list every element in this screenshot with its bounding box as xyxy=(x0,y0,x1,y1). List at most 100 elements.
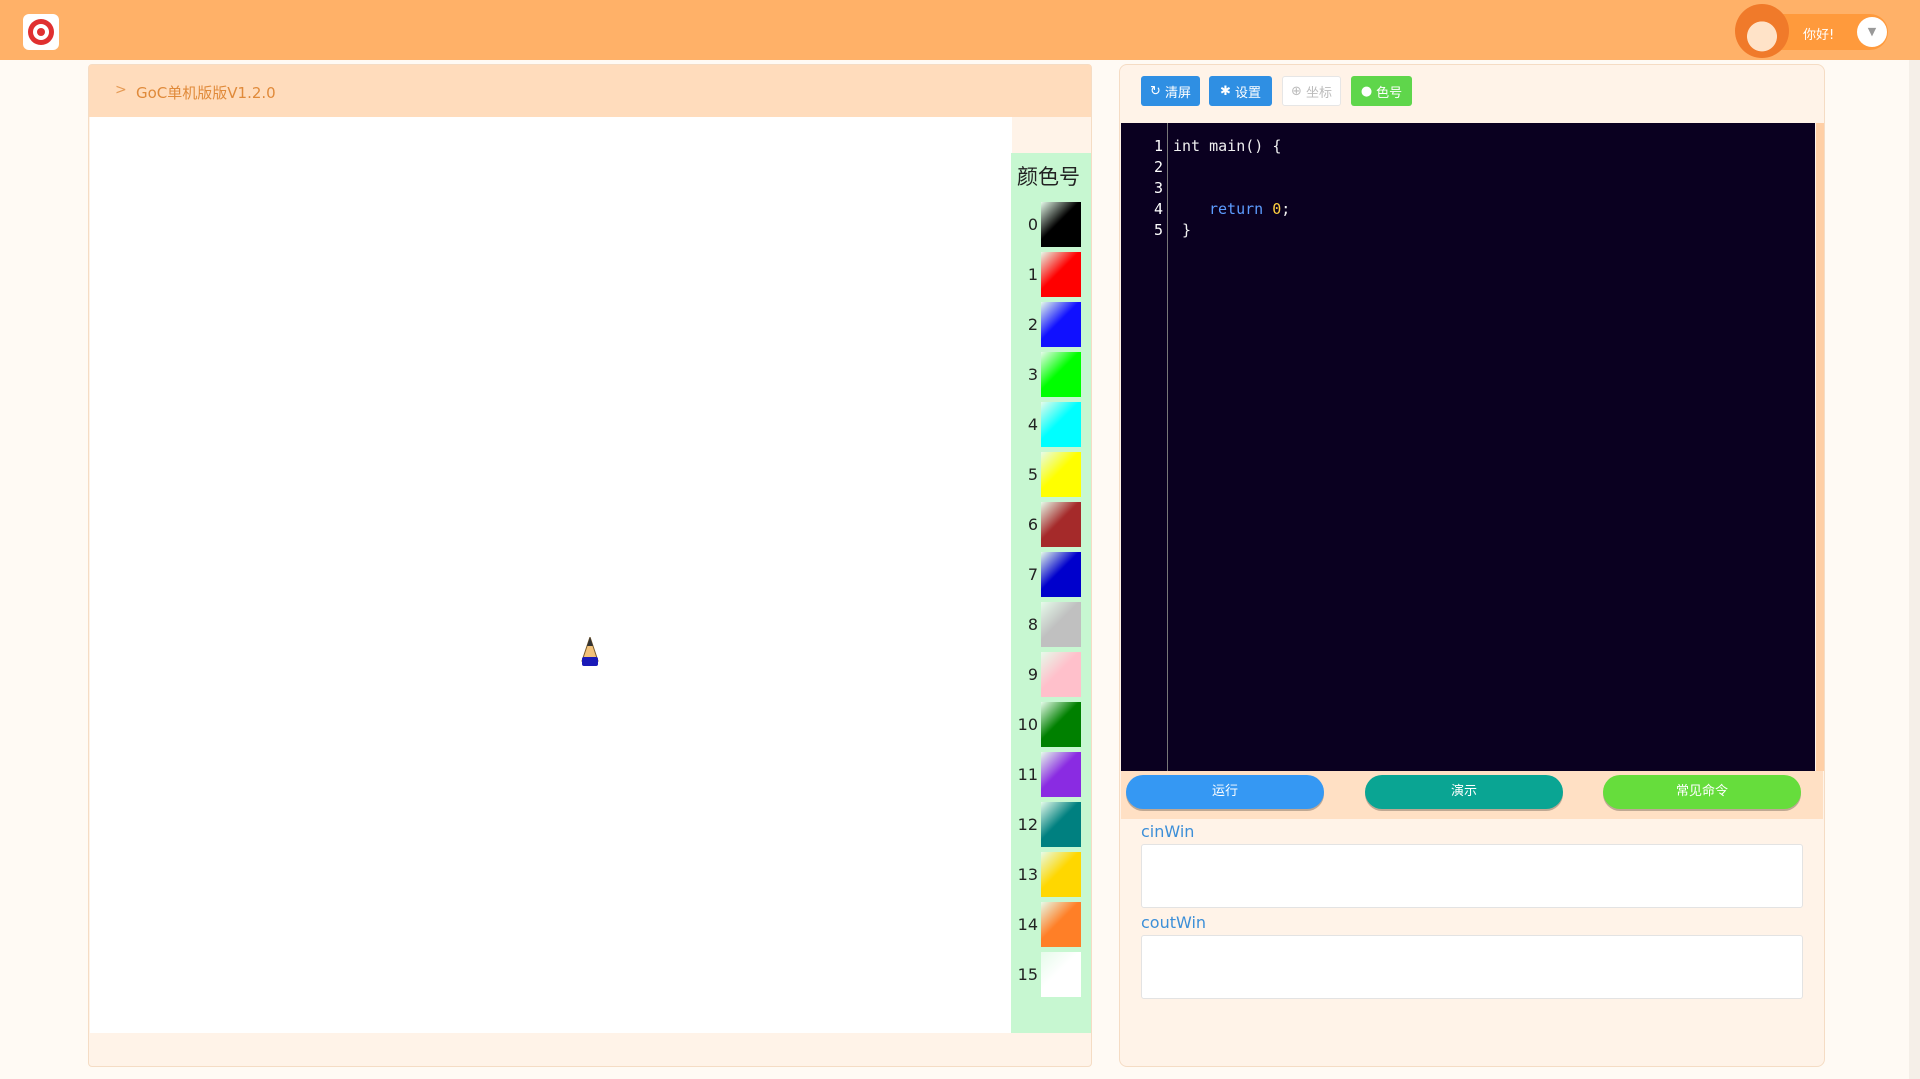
palette-row: 11 xyxy=(1011,752,1091,799)
color-number: 11 xyxy=(1017,765,1038,784)
palette-row: 15 xyxy=(1011,952,1091,999)
color-swatch[interactable] xyxy=(1041,502,1081,547)
settings-label: 设置 xyxy=(1234,85,1261,101)
page-scrollbar[interactable] xyxy=(1909,60,1920,1079)
app-logo-icon[interactable] xyxy=(23,14,59,50)
top-bar: 你好! ▼ xyxy=(0,0,1920,60)
color-number: 1 xyxy=(1027,265,1038,284)
palette-icon: ● xyxy=(1360,83,1373,99)
code-text: int main() { xyxy=(1173,137,1282,155)
color-number: 9 xyxy=(1027,665,1038,684)
line-number: 5 xyxy=(1153,221,1163,239)
common-commands-button[interactable]: 常见命令 xyxy=(1603,775,1801,809)
color-swatch[interactable] xyxy=(1041,702,1081,747)
palette-row: 9 xyxy=(1011,652,1091,699)
demo-button[interactable]: 演示 xyxy=(1365,775,1563,809)
palette-row: 1 xyxy=(1011,252,1091,299)
palette-row: 10 xyxy=(1011,702,1091,749)
line-number: 3 xyxy=(1153,179,1163,197)
code-line: 4 return 0; xyxy=(1121,200,1815,221)
color-swatch[interactable] xyxy=(1041,652,1081,697)
color-number: 4 xyxy=(1027,415,1038,434)
palette-title: 颜色号 xyxy=(1017,165,1080,189)
code-line: 2 xyxy=(1121,158,1815,179)
line-number: 4 xyxy=(1153,200,1163,218)
color-swatch[interactable] xyxy=(1041,902,1081,947)
color-swatch[interactable] xyxy=(1041,602,1081,647)
color-codes-button[interactable]: ● 色号 xyxy=(1351,76,1412,106)
number-literal: 0 xyxy=(1272,200,1282,218)
color-swatch[interactable] xyxy=(1041,452,1081,497)
drawing-panel-header: > GoC单机版版V1.2.0 xyxy=(89,65,1091,117)
chevron-right-icon[interactable]: > xyxy=(115,82,127,98)
color-number: 5 xyxy=(1027,465,1038,484)
coordinates-label: 坐标 xyxy=(1305,85,1332,101)
chevron-down-icon[interactable]: ▼ xyxy=(1857,17,1887,47)
color-swatch[interactable] xyxy=(1041,952,1081,997)
palette-row: 7 xyxy=(1011,552,1091,599)
palette-row: 14 xyxy=(1011,902,1091,949)
semicolon: ; xyxy=(1281,200,1291,218)
cin-input[interactable] xyxy=(1141,844,1803,908)
clear-screen-button[interactable]: ↻ 清屏 xyxy=(1141,76,1200,106)
drawing-panel: > GoC单机版版V1.2.0 颜色号 0 1 2 3 4 5 6 7 8 9 10 11 12 13 14… xyxy=(88,64,1092,1067)
palette-row: 5 xyxy=(1011,452,1091,499)
color-swatch[interactable] xyxy=(1041,352,1081,397)
coordinates-button[interactable]: ⊕ 坐标 xyxy=(1282,76,1341,106)
cin-label: cinWin xyxy=(1141,822,1195,841)
gear-icon: ✱ xyxy=(1220,83,1231,99)
color-swatch[interactable] xyxy=(1041,202,1081,247)
code-line: 3 xyxy=(1121,179,1815,200)
code-panel: ↻ 清屏 ✱ 设置 ⊕ 坐标 ● 色号 1 int main() { 2 3 4… xyxy=(1119,64,1825,1067)
code-text: return 0; xyxy=(1209,200,1290,218)
color-swatch[interactable] xyxy=(1041,752,1081,797)
color-number: 0 xyxy=(1027,215,1038,234)
settings-button[interactable]: ✱ 设置 xyxy=(1209,76,1272,106)
refresh-icon: ↻ xyxy=(1150,83,1161,99)
app-version-title: GoC单机版版V1.2.0 xyxy=(136,84,276,102)
code-text: } xyxy=(1173,221,1192,239)
color-number: 12 xyxy=(1017,815,1038,834)
code-editor[interactable]: 1 int main() { 2 3 4 return 0; 5 } xyxy=(1121,123,1815,771)
palette-row: 13 xyxy=(1011,852,1091,899)
coordinates-icon: ⊕ xyxy=(1291,83,1302,99)
color-number: 7 xyxy=(1027,565,1038,584)
line-number: 2 xyxy=(1153,158,1163,176)
color-swatch[interactable] xyxy=(1041,402,1081,447)
color-number: 8 xyxy=(1027,615,1038,634)
cout-label: coutWin xyxy=(1141,913,1207,932)
editor-scrollbar[interactable] xyxy=(1816,123,1824,771)
color-number: 10 xyxy=(1017,715,1038,734)
code-line: 5 } xyxy=(1121,221,1815,242)
color-swatch[interactable] xyxy=(1041,302,1081,347)
palette-row: 0 xyxy=(1011,202,1091,249)
color-number: 3 xyxy=(1027,365,1038,384)
color-number: 6 xyxy=(1027,515,1038,534)
palette-row: 2 xyxy=(1011,302,1091,349)
color-codes-label: 色号 xyxy=(1376,85,1403,101)
avatar[interactable] xyxy=(1735,4,1789,58)
pen-icon xyxy=(581,637,599,666)
palette-row: 3 xyxy=(1011,352,1091,399)
color-palette: 颜色号 0 1 2 3 4 5 6 7 8 9 10 11 12 13 14 15 xyxy=(1011,153,1091,1033)
color-number: 2 xyxy=(1027,315,1038,334)
palette-row: 12 xyxy=(1011,802,1091,849)
palette-row: 8 xyxy=(1011,602,1091,649)
clear-screen-label: 清屏 xyxy=(1164,85,1191,101)
run-button[interactable]: 运行 xyxy=(1126,775,1324,809)
color-swatch[interactable] xyxy=(1041,252,1081,297)
drawing-canvas[interactable] xyxy=(90,117,1012,1033)
color-number: 15 xyxy=(1017,965,1038,984)
keyword-return: return xyxy=(1209,200,1264,218)
palette-row: 6 xyxy=(1011,502,1091,549)
color-swatch[interactable] xyxy=(1041,852,1081,897)
code-line: 1 int main() { xyxy=(1121,137,1815,158)
color-swatch[interactable] xyxy=(1041,552,1081,597)
palette-row: 4 xyxy=(1011,402,1091,449)
color-number: 13 xyxy=(1017,865,1038,884)
cout-output xyxy=(1141,935,1803,999)
line-number: 1 xyxy=(1153,137,1163,155)
greeting-text: 你好! xyxy=(1803,28,1835,43)
color-swatch[interactable] xyxy=(1041,802,1081,847)
color-number: 14 xyxy=(1017,915,1038,934)
